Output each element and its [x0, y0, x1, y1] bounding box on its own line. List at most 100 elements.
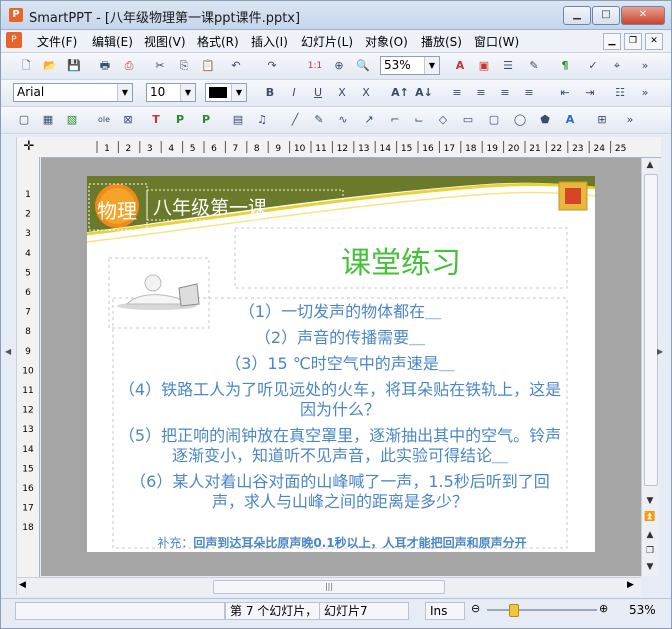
new-file-icon[interactable]: 🗋: [17, 57, 35, 75]
color-select[interactable]: ▼: [205, 83, 247, 102]
brush-icon[interactable]: ✎: [525, 57, 543, 75]
zoom-icon[interactable]: 🔍: [354, 57, 372, 75]
copy-icon[interactable]: ⎘: [175, 57, 193, 75]
mdi-restore-button[interactable]: ❐: [624, 33, 642, 50]
menu-view[interactable]: 视图(V): [144, 33, 186, 50]
zoom-select[interactable]: 53% ▼: [380, 56, 440, 75]
strikethrough-icon[interactable]: X: [333, 84, 351, 102]
curve-icon[interactable]: ∿: [334, 111, 352, 129]
paragraph-icon[interactable]: ¶: [556, 57, 574, 75]
select-frame-icon[interactable]: ▢: [15, 111, 33, 129]
toolbar-overflow-icon[interactable]: »: [621, 111, 639, 129]
pencil-icon[interactable]: ✎: [310, 111, 328, 129]
menu-insert[interactable]: 插入(I): [251, 33, 288, 50]
scroll-right-icon[interactable]: ▶: [627, 580, 634, 590]
print-icon[interactable]: 🖶: [96, 57, 114, 75]
group-icon[interactable]: ⊞: [593, 111, 611, 129]
menu-format[interactable]: 格式(R): [197, 33, 239, 50]
zoom-slider-thumb[interactable]: [509, 604, 519, 617]
mdi-close-button[interactable]: ✕: [645, 33, 663, 50]
zoom-slider-track[interactable]: [487, 609, 597, 611]
align-right-icon[interactable]: ≡: [496, 84, 514, 102]
zoom-in-icon[interactable]: ⊕: [599, 602, 608, 615]
first-slide-icon[interactable]: ⏫: [643, 510, 657, 524]
image-icon[interactable]: ▧: [63, 111, 81, 129]
save-icon[interactable]: 💾: [65, 57, 83, 75]
arrow-icon[interactable]: ↗: [360, 111, 378, 129]
insert-picture-icon[interactable]: ▣: [475, 57, 493, 75]
menu-window[interactable]: 窗口(W): [474, 33, 519, 50]
open-folder-icon[interactable]: 📂: [41, 57, 59, 75]
right-panel-toggle-icon[interactable]: ▶: [657, 347, 663, 356]
rounded-rectangle-icon[interactable]: ▢: [485, 111, 503, 129]
font-shrink-icon[interactable]: A↓: [415, 84, 433, 102]
rectangle-icon[interactable]: ▭: [459, 111, 477, 129]
table-icon[interactable]: ▦: [39, 111, 57, 129]
ruler-corner-icon[interactable]: ✛: [17, 137, 41, 157]
toolbar-overflow-icon[interactable]: »: [636, 57, 654, 75]
wordart-icon[interactable]: A: [561, 111, 579, 129]
field-icon[interactable]: P: [171, 111, 189, 129]
pdf-icon[interactable]: ⎙: [120, 57, 138, 75]
panel-toggle-icon[interactable]: ◀: [5, 347, 11, 356]
scroll-up-icon[interactable]: ▲: [643, 158, 657, 172]
chart-icon[interactable]: ⊠: [119, 111, 137, 129]
menu-slide[interactable]: 幻灯片(L): [301, 33, 353, 50]
font-name-select[interactable]: Arial ▼: [13, 83, 133, 102]
bold-icon[interactable]: B: [261, 84, 279, 102]
zoom-out-icon[interactable]: ⊖: [471, 602, 480, 615]
sound-icon[interactable]: ♫: [253, 111, 271, 129]
page-number-icon[interactable]: P: [197, 111, 215, 129]
movie-icon[interactable]: ▤: [229, 111, 247, 129]
redo-icon[interactable]: ↷: [263, 57, 281, 75]
font-size-select[interactable]: 10 ▼: [146, 83, 196, 102]
scroll-down-icon[interactable]: ▼: [643, 494, 657, 508]
menu-file[interactable]: 文件(F): [37, 33, 77, 50]
connector-icon[interactable]: ⌐: [386, 111, 404, 129]
prev-slide-icon[interactable]: ▲: [643, 528, 657, 542]
italic-icon[interactable]: I: [285, 84, 303, 102]
close-button[interactable]: ✕: [621, 6, 665, 25]
vertical-scroll-thumb[interactable]: [644, 174, 658, 486]
text-color-icon[interactable]: A: [451, 57, 469, 75]
horizontal-scrollbar[interactable]: ◀ ||| ▶: [17, 577, 641, 596]
menu-edit[interactable]: 编辑(E): [92, 33, 133, 50]
zoom-fit-icon[interactable]: ⊕: [330, 57, 348, 75]
line-icon[interactable]: ╱: [286, 111, 304, 129]
scroll-left-icon[interactable]: ◀: [19, 580, 26, 590]
menu-play[interactable]: 播放(S): [421, 33, 462, 50]
properties-icon[interactable]: ☰: [499, 57, 517, 75]
indent-icon[interactable]: ⇥: [581, 84, 599, 102]
outdent-icon[interactable]: ⇤: [556, 84, 574, 102]
font-grow-icon[interactable]: A↑: [391, 84, 409, 102]
format-painter-icon[interactable]: ⌖: [608, 57, 626, 75]
cut-icon[interactable]: ✂: [151, 57, 169, 75]
bullet-list-icon[interactable]: ☷: [611, 84, 629, 102]
ellipse-icon[interactable]: ◯: [511, 111, 529, 129]
align-center-icon[interactable]: ≡: [472, 84, 490, 102]
undo-icon[interactable]: ↶: [227, 57, 245, 75]
underline-icon[interactable]: U: [309, 84, 327, 102]
ole-object-icon[interactable]: ole: [95, 111, 113, 129]
elbow-connector-icon[interactable]: ⌙: [410, 111, 428, 129]
minimize-button[interactable]: ▁: [563, 6, 591, 25]
spell-check-icon[interactable]: ✓: [584, 57, 602, 75]
menu-object[interactable]: 对象(O): [365, 33, 408, 50]
toolbar-overflow-icon[interactable]: »: [636, 84, 654, 102]
horizontal-scroll-thumb[interactable]: |||: [213, 580, 445, 594]
clear-format-icon[interactable]: X: [357, 84, 375, 102]
maximize-button[interactable]: □: [592, 6, 620, 25]
vertical-scrollbar[interactable]: ▲ ▼ ⏫ ▲ ❐ ▼: [641, 158, 659, 576]
free-shape-icon[interactable]: ◇: [434, 111, 452, 129]
slide-list-icon[interactable]: ❐: [643, 544, 657, 558]
shapes-icon[interactable]: ⬟: [536, 111, 554, 129]
next-slide-icon[interactable]: ▼: [643, 560, 657, 574]
justify-icon[interactable]: ≡: [520, 84, 538, 102]
text-box-icon[interactable]: T: [147, 111, 165, 129]
document-icon[interactable]: P: [6, 32, 22, 48]
mdi-minimize-button[interactable]: ▁: [603, 33, 621, 50]
actual-size-icon[interactable]: 1:1: [306, 57, 324, 75]
slide[interactable]: 物理 八年级第一课 课堂练习 （1）一切发声的物体都在＿ （2）声音的传播需要＿…: [87, 176, 595, 552]
align-left-icon[interactable]: ≡: [448, 84, 466, 102]
paste-icon[interactable]: 📋: [199, 57, 217, 75]
